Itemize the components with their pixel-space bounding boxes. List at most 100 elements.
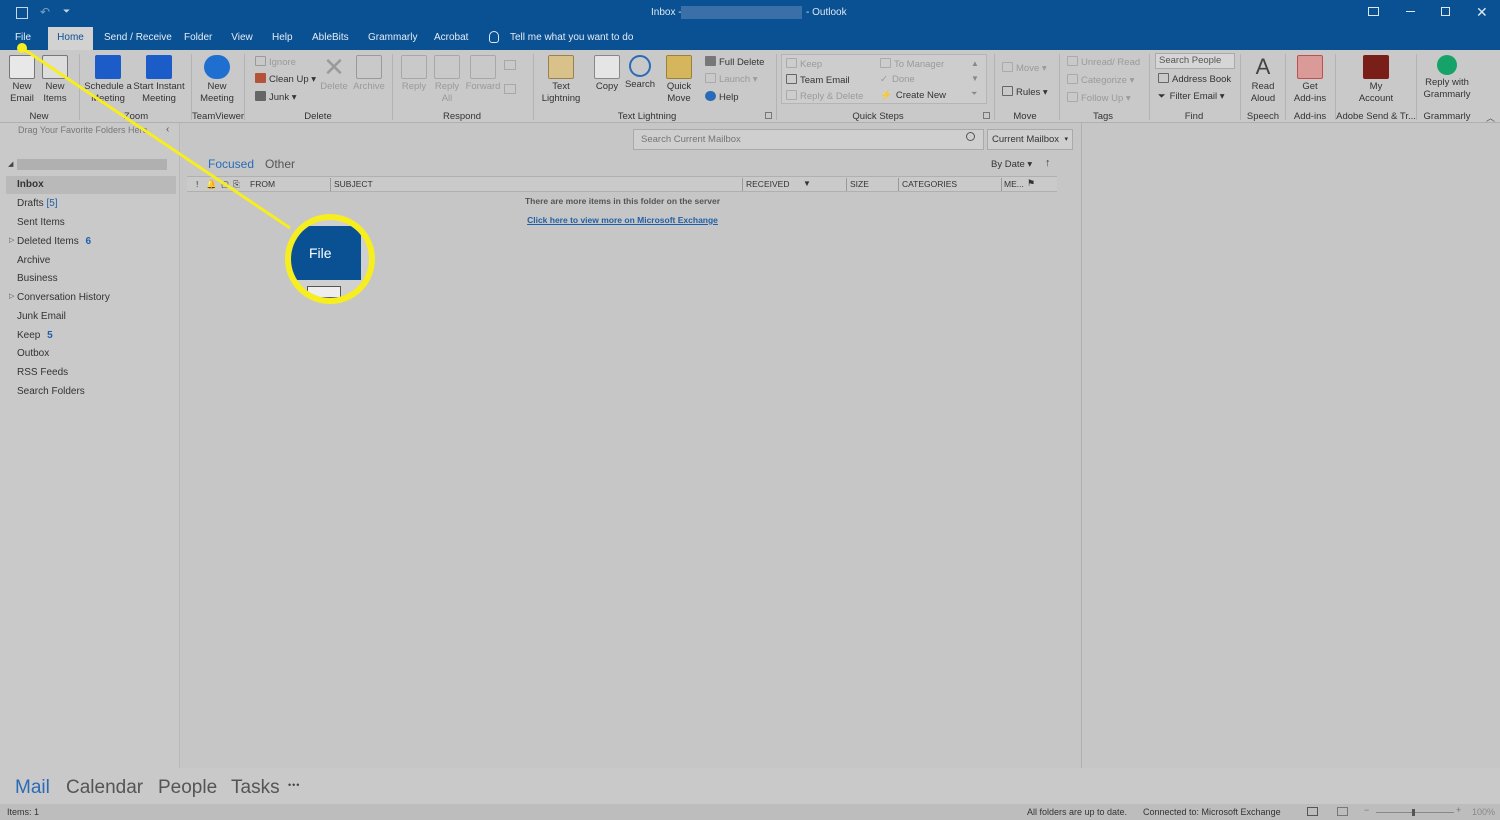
folder-rss-feeds[interactable]: RSS Feeds bbox=[17, 367, 68, 378]
nav-people[interactable]: People bbox=[158, 777, 217, 799]
undo-icon[interactable]: ↶ bbox=[40, 5, 50, 19]
minimize-icon[interactable] bbox=[1406, 11, 1415, 12]
filter-email-button[interactable]: ⏷ Filter Email ▾ bbox=[1158, 91, 1225, 103]
quick-step-to-manager[interactable]: To Manager bbox=[880, 58, 944, 71]
zoom-out-icon[interactable]: − bbox=[1364, 805, 1369, 815]
account-expand-icon[interactable]: ◢ bbox=[8, 160, 13, 168]
get-addins-button[interactable]: Get Add-ins bbox=[1290, 55, 1330, 105]
read-aloud-button[interactable]: A Read Aloud bbox=[1246, 55, 1280, 105]
quick-step-team-email[interactable]: Team Email bbox=[786, 74, 850, 87]
tab-grammarly[interactable]: Grammarly bbox=[364, 27, 418, 50]
folder-sent-items[interactable]: Sent Items bbox=[17, 217, 65, 228]
reading-view-icon[interactable] bbox=[1337, 807, 1348, 816]
maximize-icon[interactable] bbox=[1441, 7, 1450, 16]
ignore-button[interactable]: Ignore bbox=[255, 56, 296, 69]
reply-with-grammarly-button[interactable]: Reply with Grammarly bbox=[1420, 55, 1474, 101]
categorize-button[interactable]: Categorize ▾ bbox=[1067, 74, 1134, 87]
folder-inbox[interactable]: Inbox bbox=[17, 179, 44, 190]
column-from[interactable]: FROM bbox=[250, 179, 275, 189]
zoom-slider-thumb[interactable] bbox=[1412, 809, 1415, 816]
tab-help[interactable]: Help bbox=[268, 27, 296, 50]
folder-drafts[interactable]: Drafts [5] bbox=[17, 198, 58, 209]
tab-send-receive[interactable]: Send / Receive bbox=[100, 27, 172, 50]
tab-acrobat[interactable]: Acrobat bbox=[430, 27, 472, 50]
folder-business[interactable]: Business bbox=[17, 273, 58, 284]
quick-move-button[interactable]: Quick Move bbox=[662, 55, 696, 105]
address-book-button[interactable]: Address Book bbox=[1158, 73, 1231, 86]
reply-all-button[interactable]: Reply All bbox=[433, 55, 461, 105]
search-scope-dropdown[interactable]: Current Mailbox ▾ bbox=[987, 129, 1073, 150]
search-mailbox-input[interactable] bbox=[633, 129, 984, 150]
nav-mail[interactable]: Mail bbox=[15, 777, 50, 799]
view-more-exchange-link[interactable]: Click here to view more on Microsoft Exc… bbox=[380, 215, 865, 225]
launch-button[interactable]: Launch ▾ bbox=[705, 73, 758, 86]
quick-step-create-new[interactable]: ⚡ Create New bbox=[880, 90, 946, 102]
reminder-column-icon[interactable]: 🔔 bbox=[206, 179, 217, 190]
unread-read-button[interactable]: Unread/ Read bbox=[1067, 56, 1140, 69]
new-email-button[interactable]: New Email bbox=[6, 55, 38, 105]
forward-button[interactable]: Forward bbox=[465, 55, 501, 93]
column-subject[interactable]: SUBJECT bbox=[334, 179, 373, 189]
tab-view[interactable]: View bbox=[227, 27, 257, 50]
flag-filter-icon[interactable]: ⚑ bbox=[1027, 178, 1035, 189]
quick-access-dropdown-icon[interactable]: ⏷ bbox=[63, 6, 70, 17]
column-received[interactable]: RECEIVED bbox=[746, 179, 789, 189]
start-instant-meeting-button[interactable]: Start Instant Meeting bbox=[133, 55, 185, 105]
full-delete-button[interactable]: Full Delete bbox=[705, 56, 764, 69]
more-respond-icon[interactable] bbox=[504, 60, 516, 70]
move-button[interactable]: Move ▾ bbox=[1002, 62, 1047, 75]
follow-up-button[interactable]: Follow Up ▾ bbox=[1067, 92, 1131, 105]
schedule-meeting-button[interactable]: Schedule a Meeting bbox=[84, 55, 132, 105]
quick-step-reply-delete[interactable]: Reply & Delete bbox=[786, 90, 863, 103]
archive-button[interactable]: Archive bbox=[352, 55, 386, 93]
attachment-column-icon[interactable]: ⎘ bbox=[233, 179, 240, 190]
conversation-history-expand-icon[interactable]: ▷ bbox=[9, 292, 14, 300]
nav-calendar[interactable]: Calendar bbox=[66, 777, 143, 799]
folder-keep[interactable]: Keep 5 bbox=[17, 330, 53, 341]
folder-junk-email[interactable]: Junk Email bbox=[17, 311, 66, 322]
icon-column-icon[interactable]: ▢ bbox=[221, 179, 229, 190]
tab-folder[interactable]: Folder bbox=[180, 27, 216, 50]
nav-tasks[interactable]: Tasks bbox=[231, 777, 280, 799]
focused-tab[interactable]: Focused bbox=[208, 157, 254, 171]
tab-file[interactable]: File bbox=[8, 27, 38, 50]
close-icon[interactable]: ✕ bbox=[1476, 4, 1488, 21]
im-reply-icon[interactable] bbox=[504, 84, 516, 94]
new-items-button[interactable]: New Items bbox=[39, 55, 71, 105]
normal-view-icon[interactable] bbox=[1307, 807, 1318, 816]
folder-outbox[interactable]: Outbox bbox=[17, 348, 49, 359]
delete-button[interactable]: ✕ Delete bbox=[319, 54, 349, 93]
junk-button[interactable]: Junk ▾ bbox=[255, 91, 297, 104]
folder-deleted-items[interactable]: Deleted Items 6 bbox=[17, 236, 91, 247]
more-apps-icon[interactable]: ••• bbox=[288, 780, 300, 790]
column-size[interactable]: SIZE bbox=[850, 179, 869, 189]
zoom-slider[interactable] bbox=[1376, 812, 1454, 813]
collapse-folder-pane-icon[interactable]: ‹ bbox=[166, 124, 169, 135]
teamviewer-new-meeting-button[interactable]: New Meeting bbox=[197, 55, 237, 105]
text-lightning-launcher-icon[interactable] bbox=[765, 112, 772, 119]
quick-step-keep[interactable]: Keep bbox=[786, 58, 822, 71]
other-tab[interactable]: Other bbox=[265, 157, 295, 171]
copy-button[interactable]: Copy bbox=[592, 55, 622, 93]
my-account-button[interactable]: My Account bbox=[1350, 55, 1402, 105]
clean-up-button[interactable]: Clean Up ▾ bbox=[255, 73, 316, 86]
column-categories[interactable]: CATEGORIES bbox=[902, 179, 957, 189]
folder-conversation-history[interactable]: Conversation History bbox=[17, 292, 110, 303]
app-menu-icon[interactable] bbox=[16, 7, 28, 19]
search-people-input[interactable]: Search People bbox=[1155, 53, 1235, 69]
zoom-level[interactable]: 100% bbox=[1472, 807, 1495, 817]
search-button[interactable]: Search bbox=[624, 55, 656, 91]
tab-ablebits[interactable]: AbleBits bbox=[308, 27, 352, 50]
quick-step-done[interactable]: ✓ Done bbox=[880, 74, 915, 86]
importance-column-icon[interactable]: ! bbox=[196, 179, 198, 189]
folder-archive[interactable]: Archive bbox=[17, 255, 50, 266]
zoom-in-icon[interactable]: + bbox=[1456, 805, 1461, 815]
tell-me-search[interactable]: Tell me what you want to do bbox=[506, 27, 634, 50]
help-button[interactable]: Help bbox=[705, 91, 739, 104]
rules-button[interactable]: Rules ▾ bbox=[1002, 86, 1048, 99]
deleted-items-expand-icon[interactable]: ▷ bbox=[9, 236, 14, 244]
account-name-redacted[interactable] bbox=[17, 159, 167, 170]
folder-search-folders[interactable]: Search Folders bbox=[17, 386, 85, 397]
reply-button[interactable]: Reply bbox=[400, 55, 428, 93]
quick-steps-scroll-icon[interactable]: ▲ ▼ ⏷ bbox=[971, 56, 979, 101]
